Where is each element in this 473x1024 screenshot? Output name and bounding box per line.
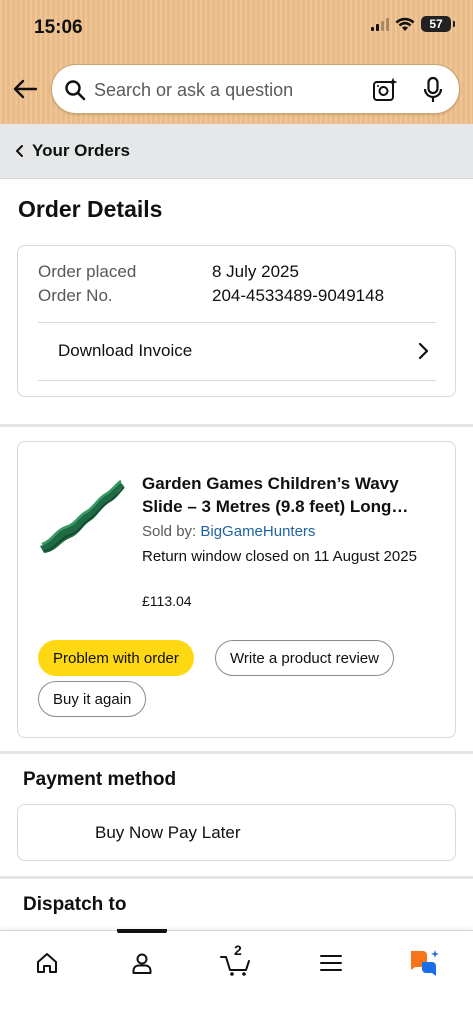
user-icon — [132, 953, 152, 974]
chevron-left-icon — [16, 145, 23, 157]
nav-account[interactable] — [114, 943, 170, 983]
return-window-note: Return window closed on 11 August 2025 — [142, 548, 417, 565]
section-separator — [0, 424, 473, 427]
nav-rufus[interactable] — [396, 943, 452, 983]
sold-by: Sold by: BigGameHunters — [142, 523, 315, 540]
order-number-label: Order No. — [38, 286, 113, 305]
breadcrumb[interactable]: Your Orders — [0, 124, 473, 179]
divider — [38, 380, 436, 381]
page-title: Order Details — [18, 196, 163, 222]
dispatch-to-heading: Dispatch to — [23, 894, 127, 915]
camera-lens-icon[interactable] — [372, 77, 398, 103]
battery-icon: 57 — [421, 16, 455, 32]
seller-link[interactable]: BigGameHunters — [200, 523, 315, 540]
cart-count: 2 — [234, 942, 242, 958]
app-header: 15:06 57 — [0, 0, 473, 124]
status-time: 15:06 — [34, 17, 83, 38]
product-image[interactable] — [36, 474, 126, 554]
download-invoice-row[interactable]: Download Invoice — [38, 323, 436, 379]
active-tab-indicator — [117, 929, 167, 933]
payment-method-card: Buy Now Pay Later — [17, 804, 456, 861]
nav-home[interactable] — [19, 943, 75, 983]
order-placed-label: Order placed — [38, 262, 137, 281]
chevron-right-icon — [418, 342, 429, 360]
nav-cart[interactable]: 2 — [208, 942, 264, 983]
order-number-value: 204-4533489-9049148 — [212, 286, 385, 305]
section-separator — [0, 751, 473, 754]
menu-icon — [320, 955, 342, 971]
item-price: £113.04 — [142, 593, 192, 609]
wifi-icon — [395, 17, 415, 31]
section-separator — [0, 876, 473, 879]
back-arrow-icon[interactable] — [12, 76, 38, 102]
order-info-card: Order placed 8 July 2025 Order No. 204-4… — [17, 245, 456, 397]
download-invoice-label: Download Invoice — [58, 341, 193, 360]
search-bar[interactable] — [51, 64, 460, 114]
order-item-card: Garden Games Children’s Wavy Slide – 3 M… — [17, 441, 456, 738]
status-icons: 57 — [371, 16, 455, 32]
buy-again-button[interactable]: Buy it again — [38, 681, 147, 717]
bottom-nav: 2 — [0, 929, 473, 1024]
nav-menu[interactable] — [303, 943, 359, 983]
rufus-assistant-icon — [411, 950, 439, 976]
search-icon — [65, 80, 86, 101]
payment-method-value: Buy Now Pay Later — [95, 822, 241, 842]
sold-by-label: Sold by: — [142, 523, 197, 540]
search-input[interactable] — [94, 77, 354, 103]
write-review-button[interactable]: Write a product review — [215, 640, 394, 676]
product-title[interactable]: Garden Games Children’s Wavy Slide – 3 M… — [142, 472, 442, 518]
breadcrumb-your-orders[interactable]: Your Orders — [32, 141, 130, 161]
order-placed-value: 8 July 2025 — [212, 262, 299, 281]
home-icon — [37, 953, 57, 973]
problem-with-order-button[interactable]: Problem with order — [38, 640, 194, 676]
payment-method-heading: Payment method — [23, 769, 177, 790]
signal-icon — [371, 17, 389, 31]
microphone-icon[interactable] — [422, 76, 444, 104]
